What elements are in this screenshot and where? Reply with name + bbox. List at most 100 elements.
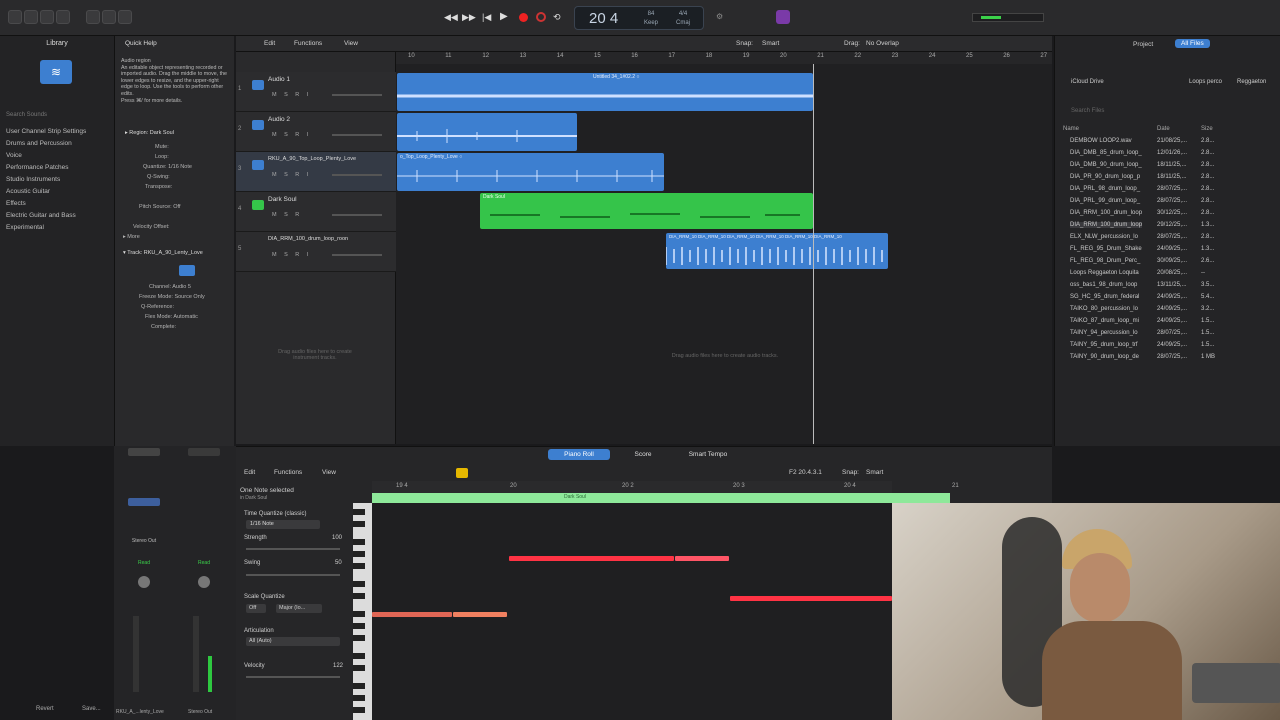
inspector-icon[interactable] <box>24 10 38 24</box>
track-name[interactable]: Audio 2 <box>268 116 290 123</box>
menu-view[interactable]: View <box>344 40 358 47</box>
track-header-drum-loop[interactable]: 5 DIA_RRM_100_drum_loop_roon M S R I <box>236 232 396 272</box>
snap-value[interactable]: Smart <box>762 40 779 47</box>
track-name[interactable]: Dark Soul <box>268 196 297 203</box>
volume-slider[interactable] <box>332 214 382 216</box>
volume-fader[interactable] <box>193 616 199 692</box>
tab-smart-tempo[interactable]: Smart Tempo <box>680 449 736 460</box>
library-search[interactable]: Search Sounds <box>6 112 47 118</box>
timeline-ruler[interactable]: 10 11 12 13 14 15 16 17 18 19 20 21 22 23 24 25 26 27 <box>396 52 1052 64</box>
tab-piano-roll[interactable]: Piano Roll <box>548 449 610 460</box>
drag-value[interactable]: No Overlap <box>866 40 899 47</box>
param-freeze[interactable]: Freeze Mode: Source Only <box>139 294 205 300</box>
track-controls[interactable]: M S R <box>272 212 302 218</box>
pan-knob[interactable] <box>138 576 150 588</box>
track-header-audio-2[interactable]: 2 Audio 2 M S R I <box>236 112 396 152</box>
pan-knob[interactable] <box>198 576 210 588</box>
file-search[interactable]: Search Files <box>1071 108 1104 114</box>
library-item[interactable]: Performance Patches <box>6 164 69 171</box>
input-slot[interactable] <box>128 498 160 506</box>
col-date[interactable]: Date <box>1157 126 1170 132</box>
audio-region-1[interactable]: Untitled 34_1#02.2 ○ <box>397 73 813 111</box>
forward-icon[interactable]: ▶▶ <box>462 12 476 23</box>
scale-select[interactable]: Major (Io... <box>276 604 322 613</box>
mixer-icon[interactable] <box>102 10 116 24</box>
param-quantize[interactable]: Quantize: 1/16 Note <box>143 164 192 170</box>
revert-button[interactable]: Revert <box>36 706 54 712</box>
file-name[interactable]: TAINY_95_drum_loop_trf <box>1070 342 1138 348</box>
editor-menu-view[interactable]: View <box>322 469 336 476</box>
velocity-slider[interactable] <box>246 676 340 678</box>
file-name[interactable]: ELX_NLW_percussion_lo <box>1070 234 1138 240</box>
track-name[interactable]: Audio 1 <box>268 76 290 83</box>
track-controls[interactable]: M S R I <box>272 172 311 178</box>
editor-region-bar[interactable]: Dark Soul <box>372 493 950 503</box>
playhead[interactable] <box>813 64 814 444</box>
automation-read-master[interactable]: Read <box>184 560 224 566</box>
col-name[interactable]: Name <box>1063 126 1079 132</box>
midi-note[interactable] <box>730 596 892 601</box>
track-icon[interactable] <box>179 265 195 276</box>
file-name[interactable]: DIA_DMB_90_drum_loop_ <box>1070 162 1142 168</box>
automation-read[interactable]: Read <box>124 560 164 566</box>
track-header-dark-soul[interactable]: 4 Dark Soul M S R <box>236 192 396 232</box>
volume-slider[interactable] <box>332 94 382 96</box>
track-name[interactable]: DIA_RRM_100_drum_loop_roon <box>268 236 348 242</box>
param-flex[interactable]: Flex Mode: Automatic <box>145 314 198 320</box>
editor-menu-functions[interactable]: Functions <box>274 469 302 476</box>
tuner-icon[interactable]: ⚙ <box>716 12 723 21</box>
volume-fader[interactable] <box>133 616 139 692</box>
region-label[interactable]: ▸ Region: Dark Soul <box>125 130 174 136</box>
midi-note[interactable] <box>675 556 729 561</box>
file-name[interactable]: DIA_PRL_98_drum_loop_ <box>1070 186 1140 192</box>
swing-slider[interactable] <box>246 574 340 576</box>
volume-slider[interactable] <box>332 134 382 136</box>
library-item[interactable]: Experimental <box>6 224 44 231</box>
file-name[interactable]: SG_HC_95_drum_federal <box>1070 294 1139 300</box>
lcd-display[interactable]: 20 4 84 Keep 4/4 Cmaj <box>574 6 704 30</box>
library-item[interactable]: Effects <box>6 200 26 207</box>
path-subfolder[interactable]: Loops perco <box>1189 79 1222 85</box>
piano-key[interactable] <box>353 713 372 719</box>
eq-thumbnail[interactable] <box>188 448 220 456</box>
strength-slider[interactable] <box>246 548 340 550</box>
audio-region-2[interactable] <box>397 113 577 151</box>
eq-thumbnail[interactable] <box>128 448 160 456</box>
col-size[interactable]: Size <box>1201 126 1213 132</box>
param-pitch-source[interactable]: Pitch Source: Off <box>139 204 180 210</box>
file-name[interactable]: TAIKO_80_percussion_lo <box>1070 306 1138 312</box>
audio-region-top-loop[interactable]: o_Top_Loop_Plenty_Love ○ <box>397 153 664 191</box>
toolbar-icon[interactable] <box>56 10 70 24</box>
file-name[interactable]: DIA_PRL_99_drum_loop_ <box>1070 198 1140 204</box>
tab-all-files[interactable]: All Files <box>1175 39 1210 48</box>
library-icon[interactable] <box>8 10 22 24</box>
file-name[interactable]: TAIKO_87_drum_loop_mi <box>1070 318 1139 324</box>
editor-menu-edit[interactable]: Edit <box>244 469 255 476</box>
library-item[interactable]: Electric Guitar and Bass <box>6 212 76 219</box>
track-controls[interactable]: M S R I <box>272 132 311 138</box>
library-item[interactable]: User Channel Strip Settings <box>6 128 86 135</box>
audio-region-drum-loop[interactable]: DIA_RRM_10 DIA_RRM_10 DIA_RRM_10 DIA_RRM… <box>666 233 888 269</box>
file-name[interactable]: oss_bas1_98_drum_loop <box>1070 282 1137 288</box>
midi-in-icon[interactable] <box>456 468 468 478</box>
save-button[interactable]: Save... <box>82 706 101 712</box>
path-reggaeton[interactable]: Reggaeton <box>1237 79 1266 85</box>
volume-slider[interactable] <box>332 174 382 176</box>
master-volume-slider[interactable] <box>972 13 1044 22</box>
file-name[interactable]: DIA_RRM_100_drum_loop <box>1070 210 1142 216</box>
tab-project[interactable]: Project <box>1133 41 1153 48</box>
editors-icon[interactable] <box>118 10 132 24</box>
file-name[interactable]: Loops Reggaeton Loquita <box>1070 270 1139 276</box>
smart-controls-icon[interactable] <box>86 10 100 24</box>
editor-ruler[interactable]: 19 4 20 20 2 20 3 20 4 21 <box>372 481 959 493</box>
output-label[interactable]: Stereo Out <box>124 538 164 544</box>
path-icloud[interactable]: iCloud Drive <box>1071 79 1104 85</box>
menu-edit[interactable]: Edit <box>264 40 275 47</box>
midi-note[interactable] <box>509 556 674 561</box>
file-name[interactable]: DIA_RRM_100_drum_loop <box>1070 222 1143 228</box>
quick-help-icon[interactable] <box>40 10 54 24</box>
rewind-icon[interactable]: ◀◀ <box>444 12 458 23</box>
tab-score[interactable]: Score <box>628 449 658 460</box>
track-header-top-loop[interactable]: 3 RKU_A_90_Top_Loop_Plenty_Love M S R I <box>236 152 396 192</box>
library-item[interactable]: Voice <box>6 152 22 159</box>
